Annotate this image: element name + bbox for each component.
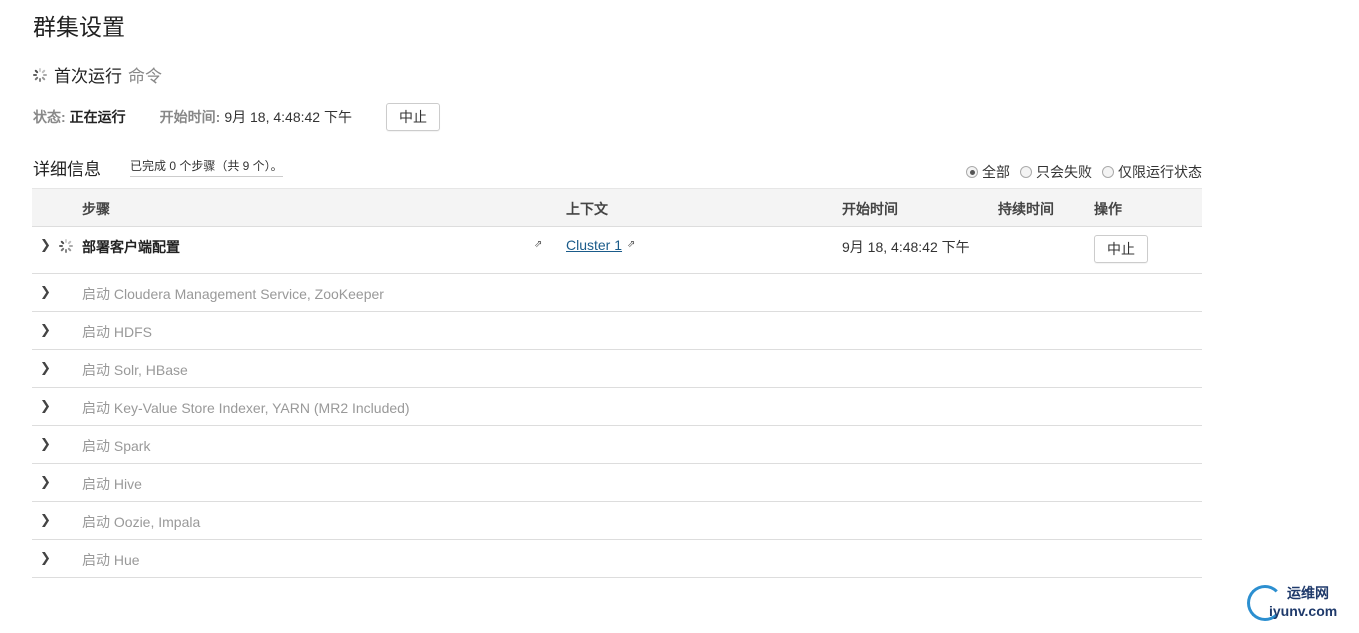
steps-table: 步骤 上下文 开始时间 持续时间 操作 ❯ 部署客户端配置 ⇗ Cluster …	[32, 188, 1202, 578]
command-name: 首次运行	[54, 67, 122, 87]
table-row: ❯ 启动 Solr, HBase	[32, 350, 1202, 388]
command-heading: 首次运行 命令	[32, 62, 162, 87]
start-time-value: 9月 18, 4:48:42 下午	[224, 109, 352, 125]
header-start-time: 开始时间	[842, 201, 898, 217]
radio-button[interactable]	[1102, 166, 1114, 178]
external-link-icon[interactable]: ⇗	[627, 239, 635, 250]
table-row: ❯ 启动 Cloudera Management Service, ZooKeep…	[32, 274, 1202, 312]
step-filters: 全部 只会失败 仅限运行状态	[956, 162, 1202, 182]
chevron-right-icon[interactable]: ❯	[40, 360, 51, 376]
loading-spinner-icon	[32, 67, 48, 83]
status-value: 正在运行	[69, 109, 126, 125]
filter-label: 全部	[982, 164, 1010, 180]
page-title: 群集设置	[33, 15, 125, 41]
external-link-icon[interactable]: ⇗	[534, 239, 542, 250]
context-link[interactable]: Cluster 1	[566, 237, 622, 253]
radio-button[interactable]	[966, 166, 978, 178]
step-name: 启动 Solr, HBase	[82, 362, 188, 378]
table-row: ❯ 启动 Hue	[32, 540, 1202, 578]
step-name: 启动 Key-Value Store Indexer, YARN (MR2 In…	[82, 400, 410, 416]
chevron-right-icon[interactable]: ❯	[40, 550, 51, 566]
abort-step-button[interactable]: 中止	[1094, 235, 1148, 263]
step-name[interactable]: 部署客户端配置	[82, 237, 180, 257]
table-row-active: ❯ 部署客户端配置 ⇗ Cluster 1 ⇗ 9月 18, 4:48:42 下…	[32, 227, 1202, 274]
watermark-logo: 运维网 iyunv.com	[1247, 581, 1353, 627]
details-title: 详细信息	[33, 160, 101, 180]
chevron-right-icon[interactable]: ❯	[40, 237, 51, 253]
watermark-line2: iyunv.com	[1269, 603, 1338, 619]
abort-command-button[interactable]: 中止	[385, 103, 440, 131]
chevron-right-icon[interactable]: ❯	[40, 284, 51, 300]
header-actions: 操作	[1094, 201, 1122, 217]
chevron-right-icon[interactable]: ❯	[40, 436, 51, 452]
header-context: 上下文	[566, 201, 608, 217]
filter-option[interactable]: 只会失败	[1020, 162, 1092, 182]
start-time-label: 开始时间:	[159, 109, 221, 125]
watermark-line1: 运维网	[1287, 585, 1329, 601]
filter-label: 只会失败	[1036, 164, 1092, 180]
table-row: ❯ 启动 Key-Value Store Indexer, YARN (MR2 I…	[32, 388, 1202, 426]
status-line: 状态: 正在运行 开始时间: 9月 18, 4:48:42 下午 中止	[33, 103, 440, 131]
step-name: 启动 HDFS	[82, 324, 152, 340]
progress-summary: 已完成 0 个步骤（共 9 个）。	[130, 157, 283, 177]
step-name: 启动 Cloudera Management Service, ZooKeepe…	[82, 286, 384, 302]
chevron-right-icon[interactable]: ❯	[40, 474, 51, 490]
radio-button[interactable]	[1020, 166, 1032, 178]
step-name: 启动 Oozie, Impala	[82, 514, 201, 530]
step-start-time: 9月 18, 4:48:42 下午	[842, 239, 970, 255]
chevron-right-icon[interactable]: ❯	[40, 398, 51, 414]
chevron-right-icon[interactable]: ❯	[40, 322, 51, 338]
table-row: ❯ 启动 Hive	[32, 464, 1202, 502]
table-row: ❯ 启动 Spark	[32, 426, 1202, 464]
filter-option[interactable]: 仅限运行状态	[1102, 162, 1202, 182]
loading-spinner-icon	[58, 238, 74, 254]
step-name: 启动 Hive	[82, 476, 142, 492]
table-row: ❯ 启动 HDFS	[32, 312, 1202, 350]
header-step: 步骤	[82, 201, 110, 217]
status-label: 状态:	[33, 109, 66, 125]
table-row: ❯ 启动 Oozie, Impala	[32, 502, 1202, 540]
filter-option[interactable]: 全部	[966, 162, 1010, 182]
table-header: 步骤 上下文 开始时间 持续时间 操作	[32, 188, 1202, 227]
chevron-right-icon[interactable]: ❯	[40, 512, 51, 528]
header-duration: 持续时间	[998, 201, 1054, 217]
filter-label: 仅限运行状态	[1118, 164, 1202, 180]
command-label: 命令	[128, 67, 162, 87]
step-name: 启动 Spark	[82, 438, 151, 454]
step-name: 启动 Hue	[82, 552, 140, 568]
